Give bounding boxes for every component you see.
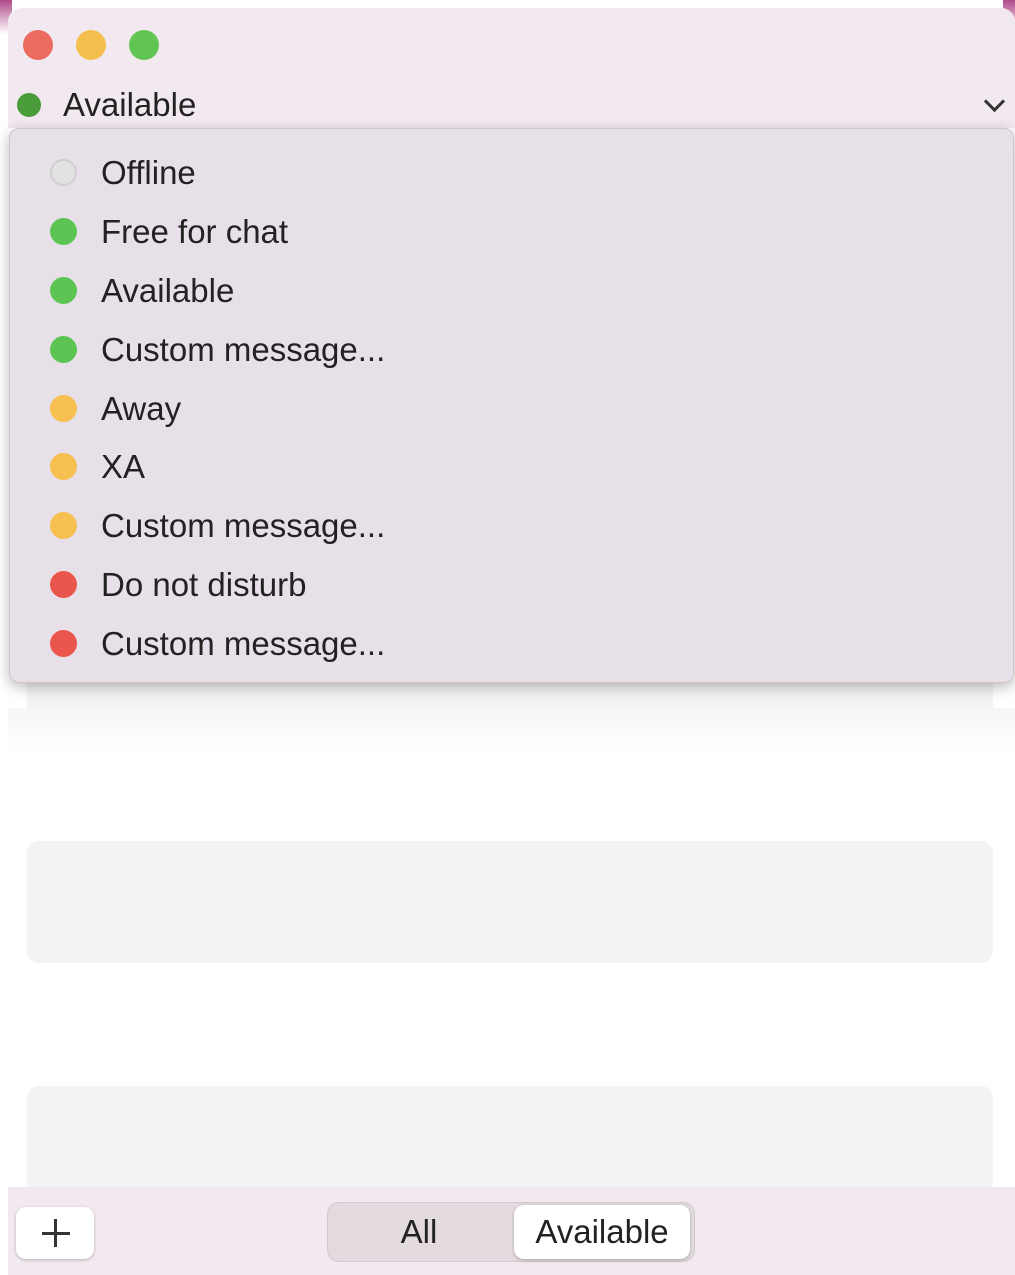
contact-filter-control: All Available [327, 1202, 695, 1262]
status-dot-icon [50, 571, 77, 598]
status-dot-icon [50, 277, 77, 304]
list-fade [8, 708, 1015, 753]
menu-item-offline[interactable]: Offline [10, 144, 1013, 202]
filter-all-segment[interactable]: All [328, 1205, 510, 1259]
menu-item-label: Custom message... [101, 331, 386, 368]
title-bar: Available [8, 8, 1015, 128]
menu-item-label: Free for chat [101, 213, 289, 250]
menu-item-label: Offline [101, 154, 196, 191]
status-selector-label: Available [63, 86, 197, 123]
status-dot-icon [50, 218, 77, 245]
status-dot-icon [50, 395, 77, 422]
status-dot-icon [50, 336, 77, 363]
menu-item-available[interactable]: Available [10, 262, 1013, 320]
status-dot-icon [50, 453, 77, 480]
close-window-button[interactable] [23, 30, 53, 60]
menu-item-xa[interactable]: XA [10, 438, 1013, 496]
status-selector[interactable]: Available [8, 80, 1015, 128]
status-indicator-icon [17, 93, 41, 117]
menu-item-custom-message-dnd[interactable]: Custom message... [10, 615, 1013, 673]
menu-item-label: Custom message... [101, 507, 386, 544]
menu-item-custom-message-available[interactable]: Custom message... [10, 321, 1013, 379]
menu-item-label: Do not disturb [101, 566, 307, 603]
status-dot-icon [50, 512, 77, 539]
menu-item-custom-message-away[interactable]: Custom message... [10, 497, 1013, 555]
minimize-window-button[interactable] [76, 30, 106, 60]
menu-item-label: Custom message... [101, 625, 386, 662]
menu-item-label: Available [101, 272, 235, 309]
bottom-toolbar: All Available [8, 1187, 1015, 1275]
contact-list-placeholder [27, 841, 993, 963]
status-dropdown-menu: Offline Free for chat Available Custom m… [9, 128, 1014, 683]
status-dot-icon [50, 159, 77, 186]
filter-available-segment[interactable]: Available [514, 1205, 690, 1259]
contact-list-placeholder [27, 1086, 993, 1196]
menu-item-do-not-disturb[interactable]: Do not disturb [10, 556, 1013, 614]
menu-item-away[interactable]: Away [10, 380, 1013, 438]
menu-item-label: XA [101, 448, 146, 485]
chevron-down-icon [983, 90, 1006, 113]
menu-item-free-for-chat[interactable]: Free for chat [10, 203, 1013, 261]
status-dot-icon [50, 630, 77, 657]
zoom-window-button[interactable] [129, 30, 159, 60]
menu-item-label: Away [101, 390, 182, 427]
add-contact-button[interactable] [16, 1207, 94, 1259]
